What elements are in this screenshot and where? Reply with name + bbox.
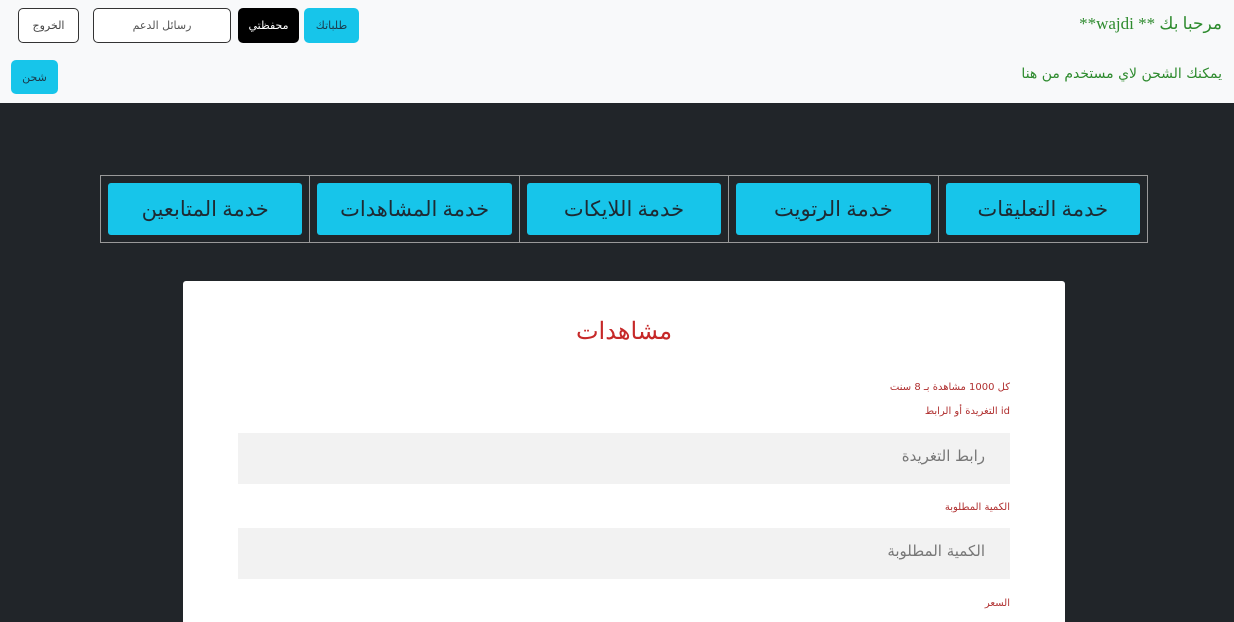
support-messages-button[interactable]: رسائل الدعم bbox=[93, 8, 231, 43]
welcome-text: مرحبا بك ** wajdi** bbox=[1079, 14, 1222, 33]
service-likes-button[interactable]: خدمة اللايكات bbox=[526, 183, 722, 235]
recharge-note: يمكنك الشحن لاي مستخدم من هنا bbox=[1021, 66, 1222, 82]
quantity-placeholder: الكمية المطلوبة bbox=[887, 542, 985, 560]
orders-button[interactable]: طلباتك bbox=[304, 8, 359, 43]
quantity-label: الكمية المطلوبة bbox=[944, 502, 1010, 513]
price-label: السعر bbox=[984, 598, 1010, 609]
service-comments-button[interactable]: خدمة التعليقات bbox=[945, 183, 1140, 235]
form-title: مشاهدات bbox=[575, 319, 673, 345]
service-cell: خدمة المشاهدات bbox=[309, 176, 518, 242]
order-form-card: مشاهدات كل 1000 مشاهدة بـ 8 سنت id التغر… bbox=[183, 281, 1065, 622]
tweet-id-label: id التغريدة أو الرابط bbox=[924, 406, 1010, 417]
top-bar: مرحبا بك ** wajdi** يمكنك الشحن لاي مستخ… bbox=[0, 0, 1234, 103]
rate-text: كل 1000 مشاهدة بـ 8 سنت bbox=[889, 382, 1010, 393]
wallet-button[interactable]: محفظتي bbox=[238, 8, 299, 43]
service-followers-button[interactable]: خدمة المتابعين bbox=[107, 183, 303, 235]
service-cell: خدمة المتابعين bbox=[101, 176, 309, 242]
service-views-button[interactable]: خدمة المشاهدات bbox=[317, 183, 512, 235]
services-menu: خدمة التعليقات خدمة الرتويت خدمة اللايكا… bbox=[100, 175, 1148, 243]
service-cell: خدمة اللايكات bbox=[518, 176, 728, 242]
service-cell: خدمة التعليقات bbox=[937, 176, 1147, 242]
service-retweets-button[interactable]: خدمة الرتويت bbox=[736, 183, 931, 235]
tweet-link-placeholder: رابط التغريدة bbox=[901, 447, 985, 465]
service-cell: خدمة الرتويت bbox=[728, 176, 937, 242]
logout-button[interactable]: الخروج bbox=[18, 8, 79, 43]
recharge-button[interactable]: شحن bbox=[11, 60, 58, 94]
tweet-link-input[interactable]: رابط التغريدة bbox=[238, 433, 1010, 484]
quantity-input[interactable]: الكمية المطلوبة bbox=[238, 528, 1010, 579]
